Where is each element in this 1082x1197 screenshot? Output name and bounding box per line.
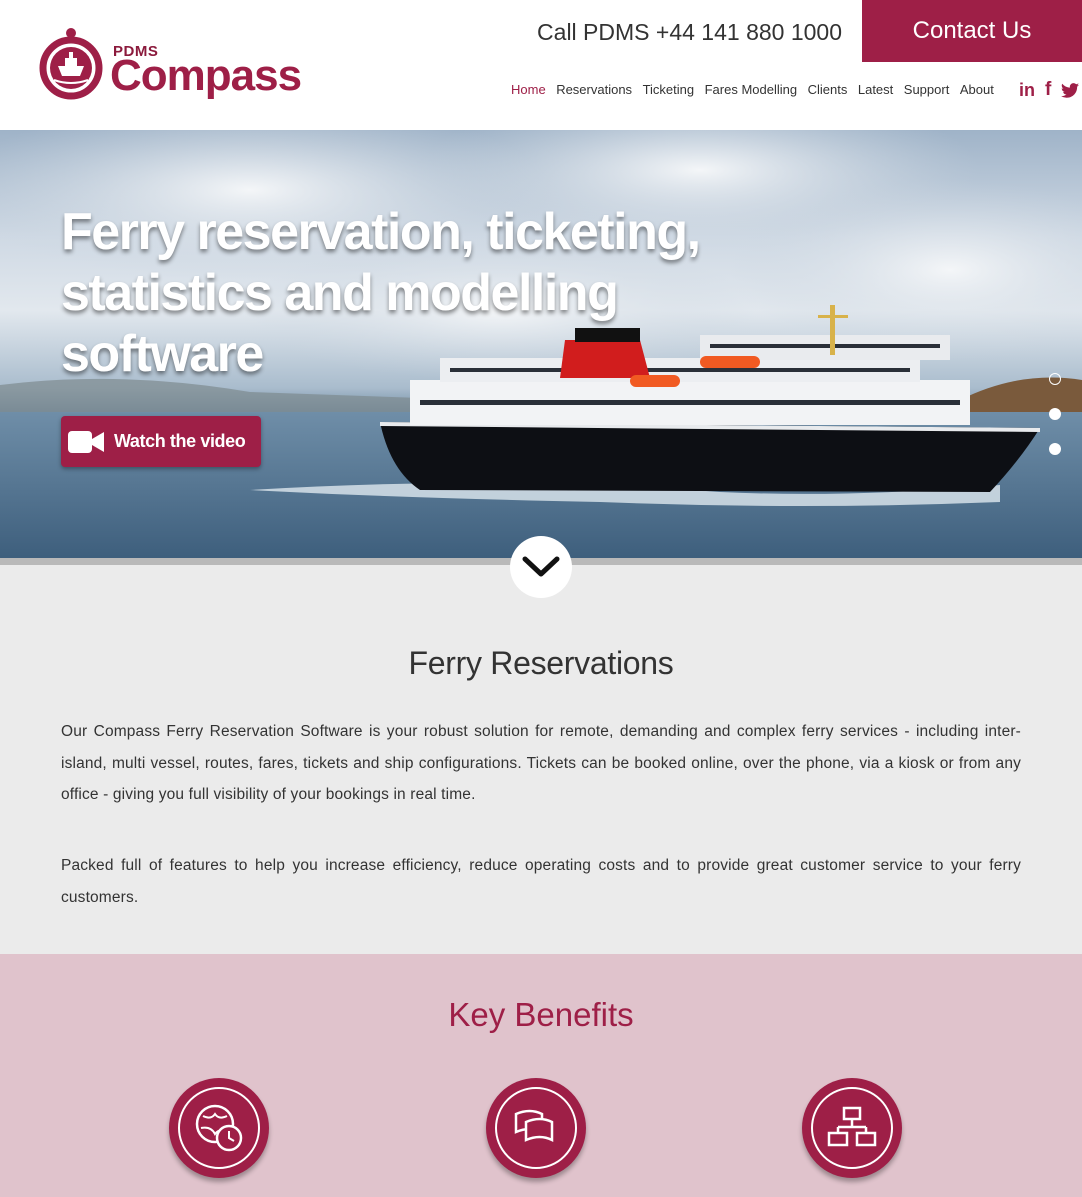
benefit-item-1 <box>169 1078 269 1178</box>
facebook-icon[interactable]: f <box>1045 79 1051 101</box>
hierarchy-icon <box>827 1106 877 1147</box>
intro-paragraph-1: Our Compass Ferry Reservation Software i… <box>61 723 1021 803</box>
logo-brand-name: Compass <box>110 51 302 100</box>
watch-video-label: Watch the video <box>114 431 246 451</box>
social-links: in f <box>1019 79 1080 101</box>
hero-banner: Ferry reservation, ticketing, statistics… <box>0 130 1082 560</box>
hero-title: Ferry reservation, ticketing, statistics… <box>61 203 701 383</box>
slide-dot-2[interactable] <box>1049 408 1061 420</box>
contact-us-button[interactable]: Contact Us <box>862 0 1082 62</box>
key-benefits-section: Key Benefits <box>0 954 1082 1197</box>
site-header: PDMS Compass Call PDMS +44 141 880 1000 … <box>0 0 1082 130</box>
scroll-down-button[interactable] <box>510 536 572 598</box>
nav-item-fares-modelling[interactable]: Fares Modelling <box>705 82 798 97</box>
nav-item-about[interactable]: About <box>960 82 994 97</box>
chevron-down-icon <box>522 556 560 577</box>
section-title-ferry-reservations: Ferry Reservations <box>408 645 674 681</box>
phone-number: Call PDMS +44 141 880 1000 <box>537 19 842 45</box>
nav-item-latest[interactable]: Latest <box>858 82 893 97</box>
tickets-icon <box>514 1109 554 1143</box>
nav-item-reservations[interactable]: Reservations <box>556 82 632 97</box>
main-nav: Home Reservations Ticketing Fares Modell… <box>511 82 1004 97</box>
watch-video-button[interactable]: Watch the video <box>61 416 261 467</box>
intro-paragraph-2: Packed full of features to help you incr… <box>61 857 1021 906</box>
slider-dots <box>1049 373 1061 478</box>
section-title-key-benefits: Key Benefits <box>448 996 634 1033</box>
slide-dot-3[interactable] <box>1049 443 1061 455</box>
benefit-item-2 <box>486 1078 586 1178</box>
nav-item-ticketing[interactable]: Ticketing <box>643 82 695 97</box>
compass-logo-icon <box>39 28 103 100</box>
video-camera-icon <box>68 430 104 453</box>
twitter-icon[interactable] <box>1061 82 1080 98</box>
slide-dot-1[interactable] <box>1049 373 1061 385</box>
nav-item-support[interactable]: Support <box>904 82 950 97</box>
linkedin-icon[interactable]: in <box>1019 80 1035 101</box>
nav-item-home[interactable]: Home <box>511 82 546 97</box>
logo[interactable]: PDMS Compass <box>38 28 308 108</box>
benefit-item-3 <box>802 1078 902 1178</box>
nav-item-clients[interactable]: Clients <box>808 82 848 97</box>
globe-clock-icon <box>195 1104 243 1152</box>
